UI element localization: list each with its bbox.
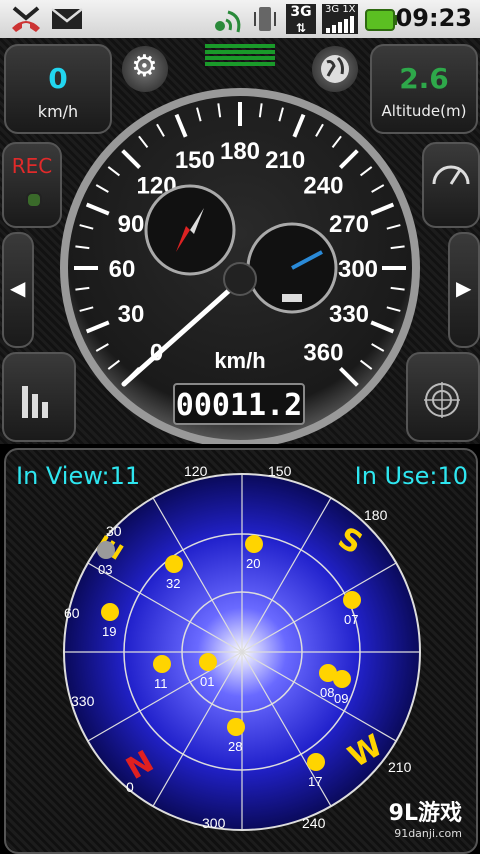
satellite-dot bbox=[97, 541, 115, 559]
satellite-dot bbox=[153, 655, 171, 673]
battery-icon bbox=[365, 9, 397, 31]
satellite-dot bbox=[165, 555, 183, 573]
secondary-dial bbox=[246, 222, 338, 314]
3g-signal-icon: 3G ⇅ bbox=[286, 4, 316, 35]
missed-call-icon bbox=[12, 6, 40, 32]
satellite-dot bbox=[199, 653, 217, 671]
satellite-id: 09 bbox=[334, 691, 348, 706]
gps-signal-icon bbox=[215, 10, 241, 33]
satellite-dot bbox=[307, 753, 325, 771]
network-sub-type: 3G bbox=[325, 4, 340, 15]
satellite-id: 01 bbox=[200, 674, 214, 689]
satellite-id: 03 bbox=[98, 562, 112, 577]
bearing-label: 300 bbox=[202, 815, 226, 831]
satellite-id: 20 bbox=[246, 556, 260, 571]
signal-bars-icon: 3G 1X bbox=[322, 4, 358, 34]
dashboard: 0 km/h 2.6 Altitude(m) REC ◀ ▶ ⚙ 30 60 9… bbox=[0, 38, 480, 444]
speed-scale-label: 60 bbox=[109, 256, 136, 283]
bars-graphic bbox=[326, 16, 354, 33]
satellite-dot bbox=[227, 718, 245, 736]
data-arrows: ⇅ bbox=[295, 21, 307, 35]
bearing-label: 330 bbox=[71, 693, 95, 709]
satellite-id: 08 bbox=[320, 685, 334, 700]
watermark-site: 91danji.com bbox=[394, 827, 462, 840]
email-icon bbox=[51, 8, 83, 29]
speed-scale-label: 360 bbox=[303, 339, 343, 366]
compass-dial bbox=[144, 184, 236, 276]
network-sub-1x: 1X bbox=[342, 4, 356, 15]
satellite-dot bbox=[343, 591, 361, 609]
satellite-id: 07 bbox=[344, 612, 358, 627]
speed-scale-label: 300 bbox=[338, 256, 378, 283]
bearing-label: 0 bbox=[126, 779, 134, 795]
clock: 09:23 bbox=[395, 4, 472, 32]
watermark: 9L游戏 91danji.com bbox=[389, 795, 462, 840]
odometer-value: 00011.2 bbox=[176, 388, 302, 423]
satellite-id: 28 bbox=[228, 739, 242, 754]
network-type-label: 3G bbox=[290, 4, 312, 20]
speedometer: 0306090120150180210240270300330360 km/h … bbox=[60, 88, 420, 444]
speed-scale-label: 270 bbox=[329, 211, 369, 238]
satellite-id: 19 bbox=[102, 624, 116, 639]
satellite-dot bbox=[333, 670, 351, 688]
bearing-label: 120 bbox=[184, 463, 208, 479]
satellite-id: 11 bbox=[154, 676, 168, 691]
sky-plot: 12015018021024030033003060 N E S W 03322… bbox=[63, 463, 421, 831]
speed-scale-label: 240 bbox=[303, 173, 343, 200]
needle-hub bbox=[223, 262, 257, 296]
network-sub-label: 3G 1X bbox=[322, 4, 358, 16]
speed-scale-label: 330 bbox=[329, 301, 369, 328]
speedometer-unit: km/h bbox=[214, 348, 265, 373]
satellite-dot bbox=[101, 603, 119, 621]
bearing-label: 240 bbox=[302, 815, 326, 831]
satellite-panel: In View:11 In Use:10 120 150 180 210 240 300 3… bbox=[4, 448, 478, 854]
bearing-label: 60 bbox=[64, 605, 80, 621]
watermark-brand: 9L游戏 bbox=[388, 801, 462, 826]
bearing-label: 210 bbox=[388, 759, 412, 775]
speed-scale-label: 180 bbox=[220, 138, 260, 165]
speed-scale-label: 150 bbox=[175, 147, 215, 174]
bearing-label: 180 bbox=[364, 507, 388, 523]
speed-scale-label: 90 bbox=[118, 211, 145, 238]
satellite-view: In View:11 In Use:10 120 150 180 210 240 300 3… bbox=[0, 444, 480, 854]
satellite-dot bbox=[245, 535, 263, 553]
status-bar: 3G ⇅ 3G 1X 09:23 bbox=[0, 0, 480, 38]
speed-scale-label: 30 bbox=[118, 301, 145, 328]
vibrate-icon bbox=[254, 7, 276, 31]
satellite-id: 17 bbox=[308, 774, 322, 789]
speed-scale-label: 210 bbox=[265, 147, 305, 174]
satellite-id: 32 bbox=[166, 576, 180, 591]
bearing-label: 150 bbox=[268, 463, 292, 479]
